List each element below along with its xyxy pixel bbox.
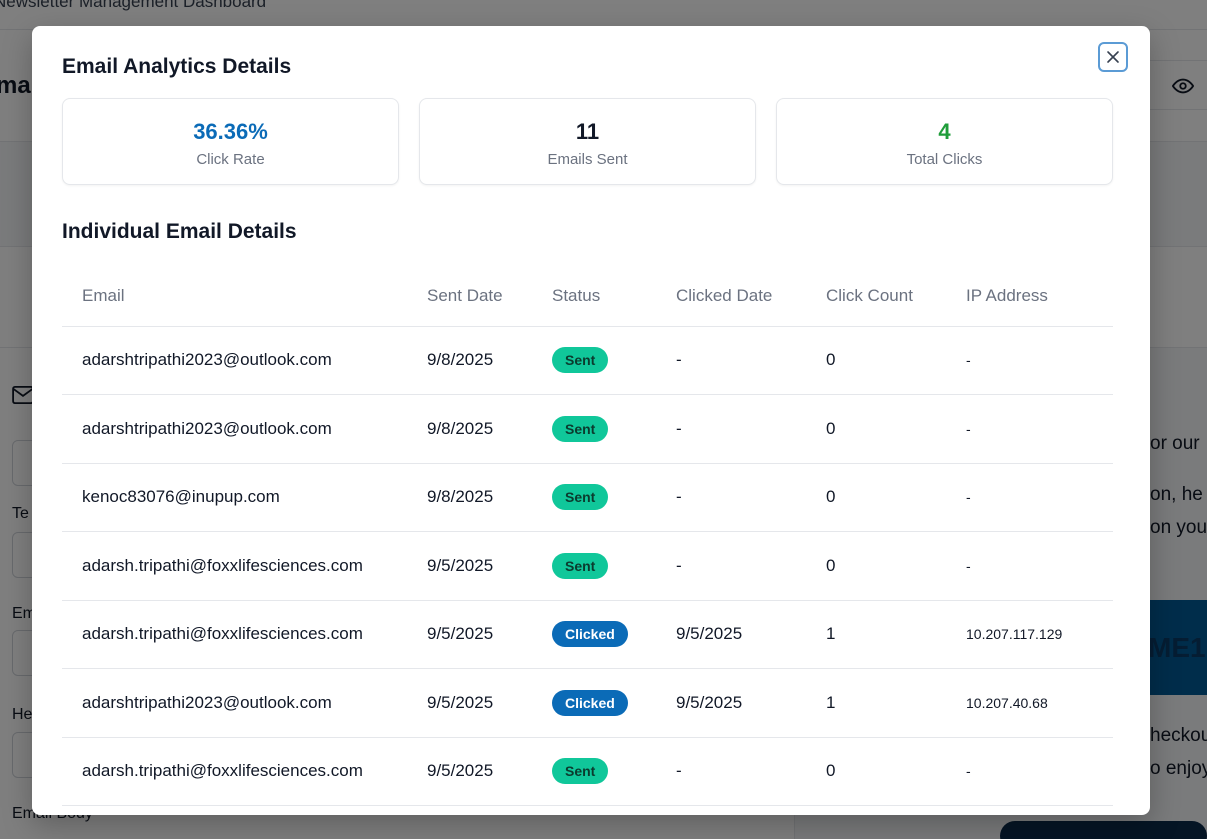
column-header-email: Email [62,266,427,327]
table-row: kenoc83076@inupup.com 9/8/2025 Sent - 0 … [62,463,1113,532]
table-row: adarsh.tripathi@foxxlifesciences.com 9/5… [62,531,1113,601]
cell-ip-address: - [966,463,1113,532]
cell-clicked-date: - [676,531,826,601]
stat-card-emails-sent: 11 Emails Sent [419,98,756,185]
stat-value: 11 [575,119,600,144]
cell-click-count: 0 [826,737,966,806]
cell-email: adarsh.tripathi@foxxlifesciences.com [62,531,427,601]
cell-status: Clicked [552,668,676,738]
cell-click-count: 1 [826,668,966,738]
cell-status: Sent [552,326,676,395]
email-details-table: Email Sent Date Status Clicked Date Clic… [62,266,1113,806]
modal-title: Email Analytics Details [62,55,292,78]
status-badge: Sent [552,552,609,579]
cell-sent-date: 9/5/2025 [427,531,552,601]
cell-status: Sent [552,531,676,601]
cell-ip-address: 10.207.117.129 [966,600,1113,669]
cell-status: Sent [552,463,676,532]
cell-click-count: 0 [826,326,966,395]
status-badge: Sent [552,758,609,785]
cell-clicked-date: 9/5/2025 [676,668,826,738]
column-header-status: Status [552,266,676,327]
status-badge: Clicked [552,621,628,648]
status-badge: Sent [552,347,609,374]
cell-clicked-date: - [676,394,826,464]
cell-click-count: 1 [826,600,966,669]
cell-sent-date: 9/5/2025 [427,737,552,806]
table-row: adarshtripathi2023@outlook.com 9/8/2025 … [62,326,1113,395]
cell-clicked-date: 9/5/2025 [676,600,826,669]
cell-status: Sent [552,737,676,806]
cell-clicked-date: - [676,326,826,395]
status-badge: Sent [552,415,609,442]
stat-card-click-rate: 36.36% Click Rate [62,98,399,185]
status-badge: Sent [552,484,609,511]
close-button[interactable] [1098,42,1128,72]
stat-label: Click Rate [196,151,265,168]
cell-ip-address: - [966,531,1113,601]
cell-clicked-date: - [676,737,826,806]
cell-sent-date: 9/5/2025 [427,668,552,738]
cell-sent-date: 9/8/2025 [427,463,552,532]
cell-sent-date: 9/5/2025 [427,600,552,669]
table-row: adarshtripathi2023@outlook.com 9/8/2025 … [62,394,1113,464]
cell-email: adarsh.tripathi@foxxlifesciences.com [62,737,427,806]
cell-ip-address: 10.207.40.68 [966,668,1113,738]
cell-click-count: 0 [826,394,966,464]
column-header-click-count: Click Count [826,266,966,327]
cell-email: adarshtripathi2023@outlook.com [62,326,427,395]
cell-click-count: 0 [826,531,966,601]
cell-email: kenoc83076@inupup.com [62,463,427,532]
stat-label: Emails Sent [547,151,628,168]
stat-value: 4 [938,119,951,144]
table-row: adarshtripathi2023@outlook.com 9/5/2025 … [62,668,1113,738]
column-header-ip-address: IP Address [966,266,1113,327]
cell-click-count: 0 [826,463,966,532]
stat-card-total-clicks: 4 Total Clicks [776,98,1113,185]
cell-email: adarsh.tripathi@foxxlifesciences.com [62,600,427,669]
email-analytics-modal: Email Analytics Details 36.36% Click Rat… [32,26,1150,815]
table-row: adarsh.tripathi@foxxlifesciences.com 9/5… [62,600,1113,669]
cell-ip-address: - [966,394,1113,464]
cell-sent-date: 9/8/2025 [427,326,552,395]
cell-clicked-date: - [676,463,826,532]
cell-ip-address: - [966,326,1113,395]
column-header-sent-date: Sent Date [427,266,552,327]
cell-status: Sent [552,394,676,464]
status-badge: Clicked [552,689,628,716]
close-icon [1107,51,1119,63]
section-title: Individual Email Details [62,220,297,243]
cell-ip-address: - [966,737,1113,806]
table-row: adarsh.tripathi@foxxlifesciences.com 9/5… [62,737,1113,806]
cell-email: adarshtripathi2023@outlook.com [62,668,427,738]
table-header-row: Email Sent Date Status Clicked Date Clic… [62,266,1113,327]
column-header-clicked-date: Clicked Date [676,266,826,327]
cell-sent-date: 9/8/2025 [427,394,552,464]
cell-status: Clicked [552,600,676,669]
cell-email: adarshtripathi2023@outlook.com [62,394,427,464]
stat-label: Total Clicks [906,151,983,168]
stat-value: 36.36% [193,119,268,144]
